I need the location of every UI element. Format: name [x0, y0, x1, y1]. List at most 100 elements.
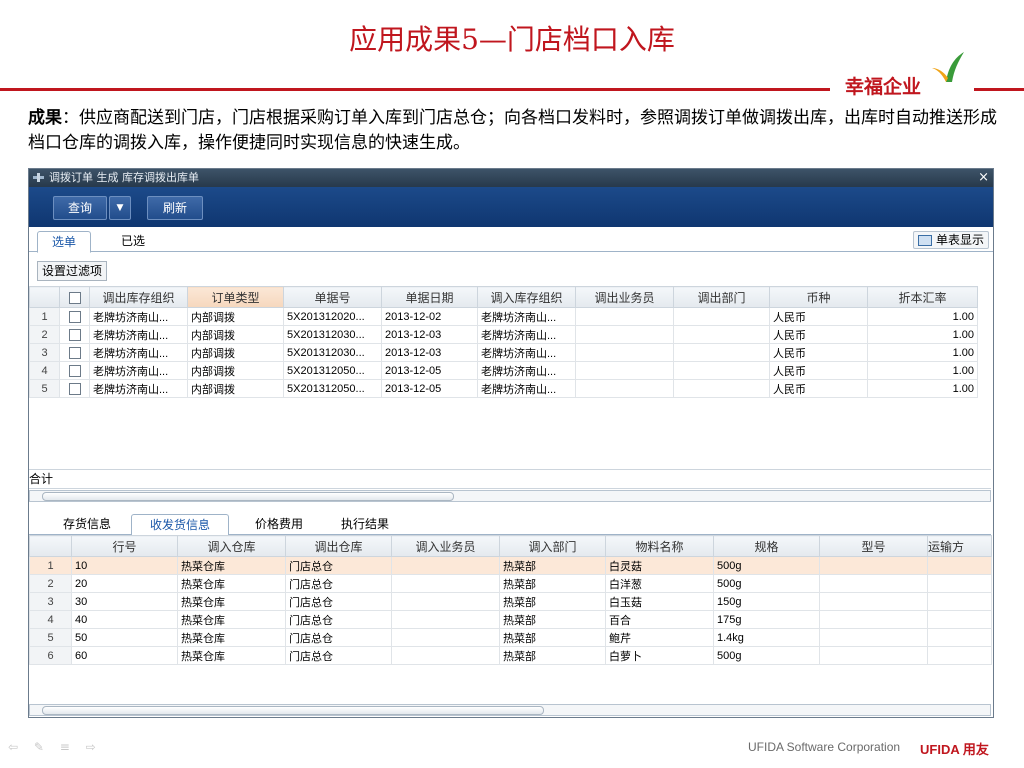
- table-row[interactable]: 3 30 热菜仓库 门店总仓 热菜部 白玉菇 150g: [29, 592, 992, 611]
- row-checkbox[interactable]: [68, 364, 81, 377]
- header-doc-date[interactable]: 单据日期: [381, 286, 478, 308]
- tab-execution-result[interactable]: 执行结果: [341, 514, 389, 534]
- select-all-checkbox[interactable]: [68, 291, 81, 304]
- bottom-scroll-thumb[interactable]: [42, 706, 544, 715]
- table-cell: 1.00: [867, 307, 978, 326]
- row-checkbox[interactable]: [68, 310, 81, 323]
- table-cell: 1.00: [867, 379, 978, 398]
- row-number: 2: [29, 325, 60, 344]
- table-cell: 5X201312050...: [283, 361, 382, 380]
- close-icon[interactable]: ×: [978, 169, 989, 187]
- header-doc-no[interactable]: 单据号: [283, 286, 382, 308]
- tab-receive-ship-info[interactable]: 收发货信息: [131, 514, 229, 536]
- row-checkbox-cell[interactable]: [59, 307, 90, 326]
- detail-header-line-no[interactable]: 行号: [71, 535, 178, 557]
- tab-selected[interactable]: 已选: [121, 231, 145, 251]
- detail-header-in-warehouse[interactable]: 调入仓库: [177, 535, 286, 557]
- table-row[interactable]: 2 20 热菜仓库 门店总仓 热菜部 白洋葱 500g: [29, 574, 992, 593]
- table-row[interactable]: 5 50 热菜仓库 门店总仓 热菜部 鲍芹 1.4kg: [29, 628, 992, 647]
- chevron-down-icon[interactable]: ▼: [109, 196, 131, 220]
- detail-header-spec[interactable]: 规格: [713, 535, 820, 557]
- header-checkbox[interactable]: [59, 286, 90, 308]
- detail-header-out-warehouse[interactable]: 调出仓库: [285, 535, 392, 557]
- table-cell: 老牌坊济南山...: [477, 379, 576, 398]
- bottom-horizontal-scrollbar[interactable]: [29, 704, 991, 716]
- table-row[interactable]: 1 10 热菜仓库 门店总仓 热菜部 白灵菇 500g: [29, 556, 992, 575]
- detail-header-in-dept[interactable]: 调入部门: [499, 535, 606, 557]
- empty-cell: [576, 416, 674, 434]
- query-button[interactable]: 查询: [53, 196, 107, 220]
- table-row[interactable]: 3 老牌坊济南山... 内部调拨 5X201312030... 2013-12-03 老牌…: [29, 343, 978, 362]
- table-row[interactable]: 2 老牌坊济南山... 内部调拨 5X201312030... 2013-12-03 老牌…: [29, 325, 978, 344]
- tab-inventory-info[interactable]: 存货信息: [63, 514, 111, 534]
- row-checkbox-cell[interactable]: [59, 325, 90, 344]
- row-checkbox-cell[interactable]: [59, 379, 90, 398]
- single-display-toggle[interactable]: 单表显示: [913, 231, 989, 249]
- row-checkbox-cell[interactable]: [59, 343, 90, 362]
- single-display-label: 单表显示: [935, 233, 984, 247]
- empty-cell: [188, 452, 284, 470]
- empty-cell: [90, 416, 188, 434]
- row-number: 6: [29, 646, 72, 665]
- top-scroll-thumb[interactable]: [42, 492, 454, 501]
- row-number: 5: [29, 379, 60, 398]
- empty-cell: [90, 434, 188, 452]
- table-cell: 门店总仓: [285, 592, 392, 611]
- empty-cell: [30, 434, 60, 452]
- empty-cell: [60, 452, 90, 470]
- row-checkbox[interactable]: [68, 346, 81, 359]
- refresh-button[interactable]: 刷新: [147, 196, 203, 220]
- table-cell: 门店总仓: [285, 610, 392, 629]
- table-row[interactable]: 5 老牌坊济南山... 内部调拨 5X201312050... 2013-12-05 老牌…: [29, 379, 978, 398]
- detail-table: 行号 调入仓库 调出仓库 调入业务员 调入部门 物料名称 规格 型号 运输方 1…: [29, 535, 992, 665]
- table-cell: 热菜部: [499, 628, 606, 647]
- top-horizontal-scrollbar[interactable]: [29, 490, 991, 502]
- tab-price-fee[interactable]: 价格费用: [255, 514, 303, 534]
- empty-row: [30, 416, 978, 434]
- row-checkbox-cell[interactable]: [59, 361, 90, 380]
- empty-cell: [30, 416, 60, 434]
- header-order-type[interactable]: 订单类型: [187, 286, 284, 308]
- order-table-header: 调出库存组织 订单类型 单据号 单据日期 调入库存组织 调出业务员 调出部门 币…: [29, 286, 978, 308]
- table-cell: 内部调拨: [187, 379, 284, 398]
- row-number: 1: [29, 556, 72, 575]
- table-cell: 热菜部: [499, 592, 606, 611]
- empty-cell: [382, 452, 478, 470]
- table-row[interactable]: 6 60 热菜仓库 门店总仓 热菜部 白萝卜 500g: [29, 646, 992, 665]
- header-out-dept[interactable]: 调出部门: [673, 286, 770, 308]
- table-cell: 热菜仓库: [177, 646, 286, 665]
- table-cell: 500g: [713, 646, 820, 665]
- header-in-org[interactable]: 调入库存组织: [477, 286, 576, 308]
- table-cell: [819, 610, 928, 629]
- table-cell: 热菜部: [499, 646, 606, 665]
- row-checkbox[interactable]: [68, 328, 81, 341]
- table-icon: [918, 235, 933, 246]
- order-table: 调出库存组织 订单类型 单据号 单据日期 调入库存组织 调出业务员 调出部门 币…: [29, 286, 978, 470]
- header-exchange-rate[interactable]: 折本汇率: [867, 286, 978, 308]
- header-out-salesman[interactable]: 调出业务员: [575, 286, 674, 308]
- filter-settings-button[interactable]: 设置过滤项: [37, 261, 108, 281]
- row-checkbox[interactable]: [68, 382, 81, 395]
- table-cell: 2013-12-05: [381, 379, 478, 398]
- footer-text: UFIDA Software Corporation: [748, 740, 901, 754]
- header-out-org[interactable]: 调出库存组织: [89, 286, 188, 308]
- detail-header-material[interactable]: 物料名称: [605, 535, 714, 557]
- empty-cell: [60, 416, 90, 434]
- detail-header-model[interactable]: 型号: [819, 535, 928, 557]
- tab-select[interactable]: 选单: [37, 231, 91, 253]
- table-row[interactable]: 4 40 热菜仓库 门店总仓 热菜部 百合 175g: [29, 610, 992, 629]
- app-window: 调拨订单 生成 库存调拨出库单 × 查询 ▼ 刷新 选单 已选 单表显示 设置过…: [28, 168, 994, 718]
- table-row[interactable]: 4 老牌坊济南山... 内部调拨 5X201312050... 2013-12-05 老牌…: [29, 361, 978, 380]
- table-cell: 热菜部: [499, 610, 606, 629]
- empty-cell: [382, 398, 478, 416]
- empty-cell: [868, 416, 978, 434]
- header-currency[interactable]: 币种: [769, 286, 868, 308]
- table-cell: 人民币: [769, 379, 868, 398]
- detail-header-transport[interactable]: 运输方: [927, 535, 992, 557]
- table-cell: 20: [71, 574, 178, 593]
- table-cell: [927, 556, 992, 575]
- table-row[interactable]: 1 老牌坊济南山... 内部调拨 5X201312020... 2013-12-02 老牌…: [29, 307, 978, 326]
- table-cell: 老牌坊济南山...: [89, 361, 188, 380]
- detail-header-in-salesman[interactable]: 调入业务员: [391, 535, 500, 557]
- slide-nav-icons[interactable]: ⇦ ✎ ≡ ⇨: [8, 740, 102, 754]
